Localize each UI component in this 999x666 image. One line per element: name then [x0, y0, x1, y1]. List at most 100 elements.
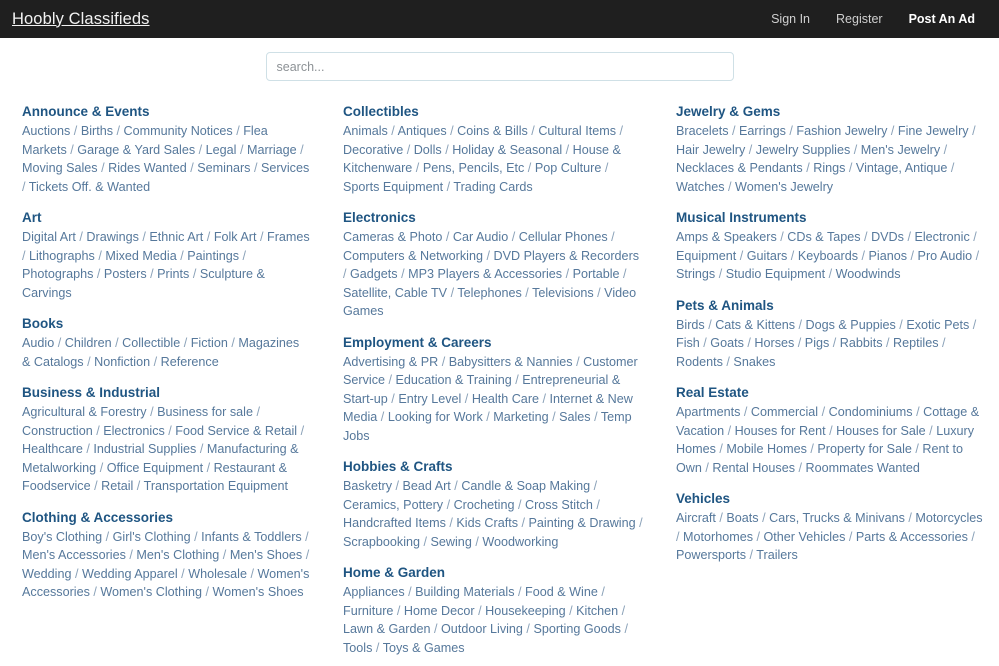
- subcategory-link[interactable]: Condominiums: [829, 405, 913, 419]
- subcategory-link[interactable]: Bracelets: [676, 124, 729, 138]
- subcategory-link[interactable]: Sporting Goods: [533, 622, 621, 636]
- subcategory-link[interactable]: Men's Clothing: [136, 548, 219, 562]
- subcategory-link[interactable]: Men's Jewelry: [861, 143, 940, 157]
- subcategory-link[interactable]: MP3 Players & Accessories: [408, 267, 562, 281]
- subcategory-link[interactable]: Fish: [676, 336, 700, 350]
- subcategory-link[interactable]: Cats & Kittens: [715, 318, 795, 332]
- category-title-link[interactable]: Art: [22, 209, 42, 227]
- subcategory-link[interactable]: Posters: [104, 267, 147, 281]
- subcategory-link[interactable]: Cross Stitch: [525, 498, 593, 512]
- subcategory-link[interactable]: Men's Shoes: [230, 548, 302, 562]
- subcategory-link[interactable]: Paintings: [187, 249, 239, 263]
- category-title-link[interactable]: Employment & Careers: [343, 334, 492, 352]
- subcategory-link[interactable]: Houses for Rent: [735, 424, 826, 438]
- category-title-link[interactable]: Jewelry & Gems: [676, 103, 780, 121]
- subcategory-link[interactable]: Business for sale: [157, 405, 253, 419]
- subcategory-link[interactable]: Rental Houses: [712, 461, 795, 475]
- subcategory-link[interactable]: Telephones: [457, 286, 521, 300]
- subcategory-link[interactable]: Necklaces & Pendants: [676, 161, 803, 175]
- subcategory-link[interactable]: Exotic Pets: [906, 318, 969, 332]
- subcategory-link[interactable]: Guitars: [747, 249, 788, 263]
- subcategory-link[interactable]: Trading Cards: [453, 180, 532, 194]
- subcategory-link[interactable]: Fiction: [191, 336, 228, 350]
- subcategory-link[interactable]: Seminars: [197, 161, 250, 175]
- subcategory-link[interactable]: Studio Equipment: [726, 267, 825, 281]
- subcategory-link[interactable]: Keyboards: [798, 249, 858, 263]
- register-link[interactable]: Register: [836, 12, 883, 26]
- subcategory-link[interactable]: Equipment: [676, 249, 736, 263]
- subcategory-link[interactable]: Motorcycles: [915, 511, 982, 525]
- subcategory-link[interactable]: Earrings: [739, 124, 786, 138]
- subcategory-link[interactable]: Trailers: [756, 548, 798, 562]
- subcategory-link[interactable]: Boy's Clothing: [22, 530, 102, 544]
- subcategory-link[interactable]: Auctions: [22, 124, 70, 138]
- category-title-link[interactable]: Collectibles: [343, 103, 419, 121]
- subcategory-link[interactable]: Kids Crafts: [456, 516, 518, 530]
- subcategory-link[interactable]: Health Care: [472, 392, 539, 406]
- subcategory-link[interactable]: Watches: [676, 180, 725, 194]
- subcategory-link[interactable]: Portable: [573, 267, 620, 281]
- subcategory-link[interactable]: Televisions: [532, 286, 594, 300]
- subcategory-link[interactable]: Crocheting: [454, 498, 515, 512]
- subcategory-link[interactable]: Lawn & Garden: [343, 622, 431, 636]
- subcategory-link[interactable]: Cultural Items: [538, 124, 616, 138]
- subcategory-link[interactable]: Advertising & PR: [343, 355, 438, 369]
- subcategory-link[interactable]: Animals: [343, 124, 388, 138]
- subcategory-link[interactable]: Dolls: [414, 143, 442, 157]
- subcategory-link[interactable]: Tickets Off. & Wanted: [29, 180, 150, 194]
- subcategory-link[interactable]: Audio: [22, 336, 54, 350]
- subcategory-link[interactable]: Looking for Work: [388, 410, 483, 424]
- subcategory-link[interactable]: Rides Wanted: [108, 161, 187, 175]
- subcategory-link[interactable]: Woodworking: [482, 535, 558, 549]
- subcategory-link[interactable]: Kitchen: [576, 604, 618, 618]
- subcategory-link[interactable]: Holiday & Seasonal: [452, 143, 562, 157]
- subcategory-link[interactable]: Rodents: [676, 355, 723, 369]
- subcategory-link[interactable]: Education & Training: [396, 373, 512, 387]
- subcategory-link[interactable]: Rings: [813, 161, 845, 175]
- subcategory-link[interactable]: Collectible: [122, 336, 180, 350]
- subcategory-link[interactable]: Community Notices: [124, 124, 233, 138]
- site-logo-link[interactable]: Hoobly Classifieds: [12, 10, 150, 29]
- subcategory-link[interactable]: Lithographs: [29, 249, 95, 263]
- subcategory-link[interactable]: Fashion Jewelry: [796, 124, 887, 138]
- subcategory-link[interactable]: Antiques: [398, 124, 447, 138]
- subcategory-link[interactable]: Cameras & Photo: [343, 230, 442, 244]
- category-title-link[interactable]: Electronics: [343, 209, 416, 227]
- subcategory-link[interactable]: CDs & Tapes: [787, 230, 860, 244]
- subcategory-link[interactable]: Frames: [267, 230, 310, 244]
- subcategory-link[interactable]: Hair Jewelry: [676, 143, 745, 157]
- subcategory-link[interactable]: Tools: [343, 641, 372, 655]
- subcategory-link[interactable]: Satellite, Cable TV: [343, 286, 447, 300]
- subcategory-link[interactable]: Healthcare: [22, 442, 83, 456]
- subcategory-link[interactable]: Wedding Apparel: [82, 567, 178, 581]
- subcategory-link[interactable]: Aircraft: [676, 511, 716, 525]
- subcategory-link[interactable]: Mobile Homes: [726, 442, 807, 456]
- subcategory-link[interactable]: Garage & Yard Sales: [77, 143, 195, 157]
- sign-in-link[interactable]: Sign In: [771, 12, 810, 26]
- subcategory-link[interactable]: Pigs: [805, 336, 830, 350]
- subcategory-link[interactable]: Snakes: [733, 355, 775, 369]
- category-title-link[interactable]: Real Estate: [676, 384, 749, 402]
- category-title-link[interactable]: Hobbies & Crafts: [343, 458, 453, 476]
- subcategory-link[interactable]: Men's Accessories: [22, 548, 126, 562]
- subcategory-link[interactable]: Ethnic Art: [149, 230, 203, 244]
- subcategory-link[interactable]: Other Vehicles: [764, 530, 846, 544]
- subcategory-link[interactable]: Gadgets: [350, 267, 398, 281]
- subcategory-link[interactable]: Jewelry Supplies: [756, 143, 851, 157]
- subcategory-link[interactable]: Women's Jewelry: [735, 180, 833, 194]
- category-title-link[interactable]: Home & Garden: [343, 564, 445, 582]
- subcategory-link[interactable]: Reference: [161, 355, 219, 369]
- subcategory-link[interactable]: Dogs & Puppies: [806, 318, 896, 332]
- subcategory-link[interactable]: Ceramics, Pottery: [343, 498, 443, 512]
- subcategory-link[interactable]: Furniture: [343, 604, 393, 618]
- subcategory-link[interactable]: Cars, Trucks & Minivans: [769, 511, 905, 525]
- subcategory-link[interactable]: Amps & Speakers: [676, 230, 777, 244]
- subcategory-link[interactable]: Strings: [676, 267, 715, 281]
- subcategory-link[interactable]: Entry Level: [398, 392, 461, 406]
- subcategory-link[interactable]: Pens, Pencils, Etc: [423, 161, 525, 175]
- subcategory-link[interactable]: Electronic: [914, 230, 969, 244]
- subcategory-link[interactable]: Fine Jewelry: [898, 124, 969, 138]
- subcategory-link[interactable]: Building Materials: [415, 585, 514, 599]
- subcategory-link[interactable]: Apartments: [676, 405, 740, 419]
- subcategory-link[interactable]: Pianos: [869, 249, 908, 263]
